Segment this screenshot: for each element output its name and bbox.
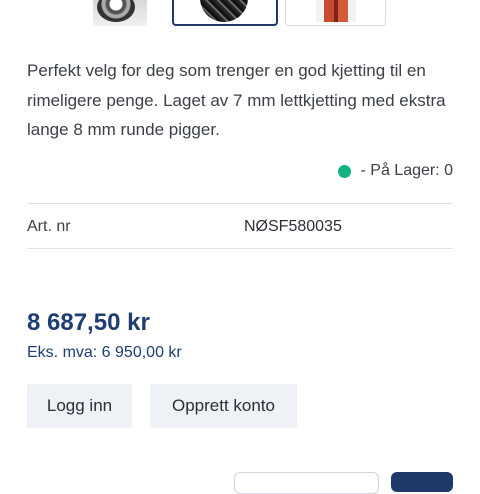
- login-button[interactable]: Logg inn: [27, 384, 132, 428]
- create-account-button[interactable]: Opprett konto: [150, 384, 297, 428]
- thumbnail-3[interactable]: [285, 0, 386, 26]
- divider: [27, 248, 453, 249]
- stock-label: - På Lager: 0: [360, 162, 454, 179]
- art-nr-label: Art. nr: [27, 218, 71, 235]
- art-nr-value: NØSF580035: [244, 218, 342, 235]
- thumbnail-2-selected[interactable]: [172, 0, 278, 26]
- chain-image-2: [200, 0, 248, 22]
- chain-image-1: [97, 0, 135, 22]
- add-to-cart-button[interactable]: [391, 472, 453, 492]
- quantity-field[interactable]: [234, 472, 379, 494]
- product-description: Perfekt velg for deg som trenger en god …: [27, 61, 446, 139]
- stock-status: - På Lager: 0: [337, 162, 454, 180]
- divider: [27, 203, 453, 204]
- thumbnail-1[interactable]: [93, 0, 147, 26]
- price-ex-vat: Eks. mva: 6 950,00 kr: [27, 344, 182, 361]
- thumbnail-strip: [0, 0, 480, 30]
- price: 8 687,50 kr: [27, 309, 150, 336]
- chain-image-3: [316, 0, 356, 22]
- stock-indicator-icon: [337, 164, 351, 178]
